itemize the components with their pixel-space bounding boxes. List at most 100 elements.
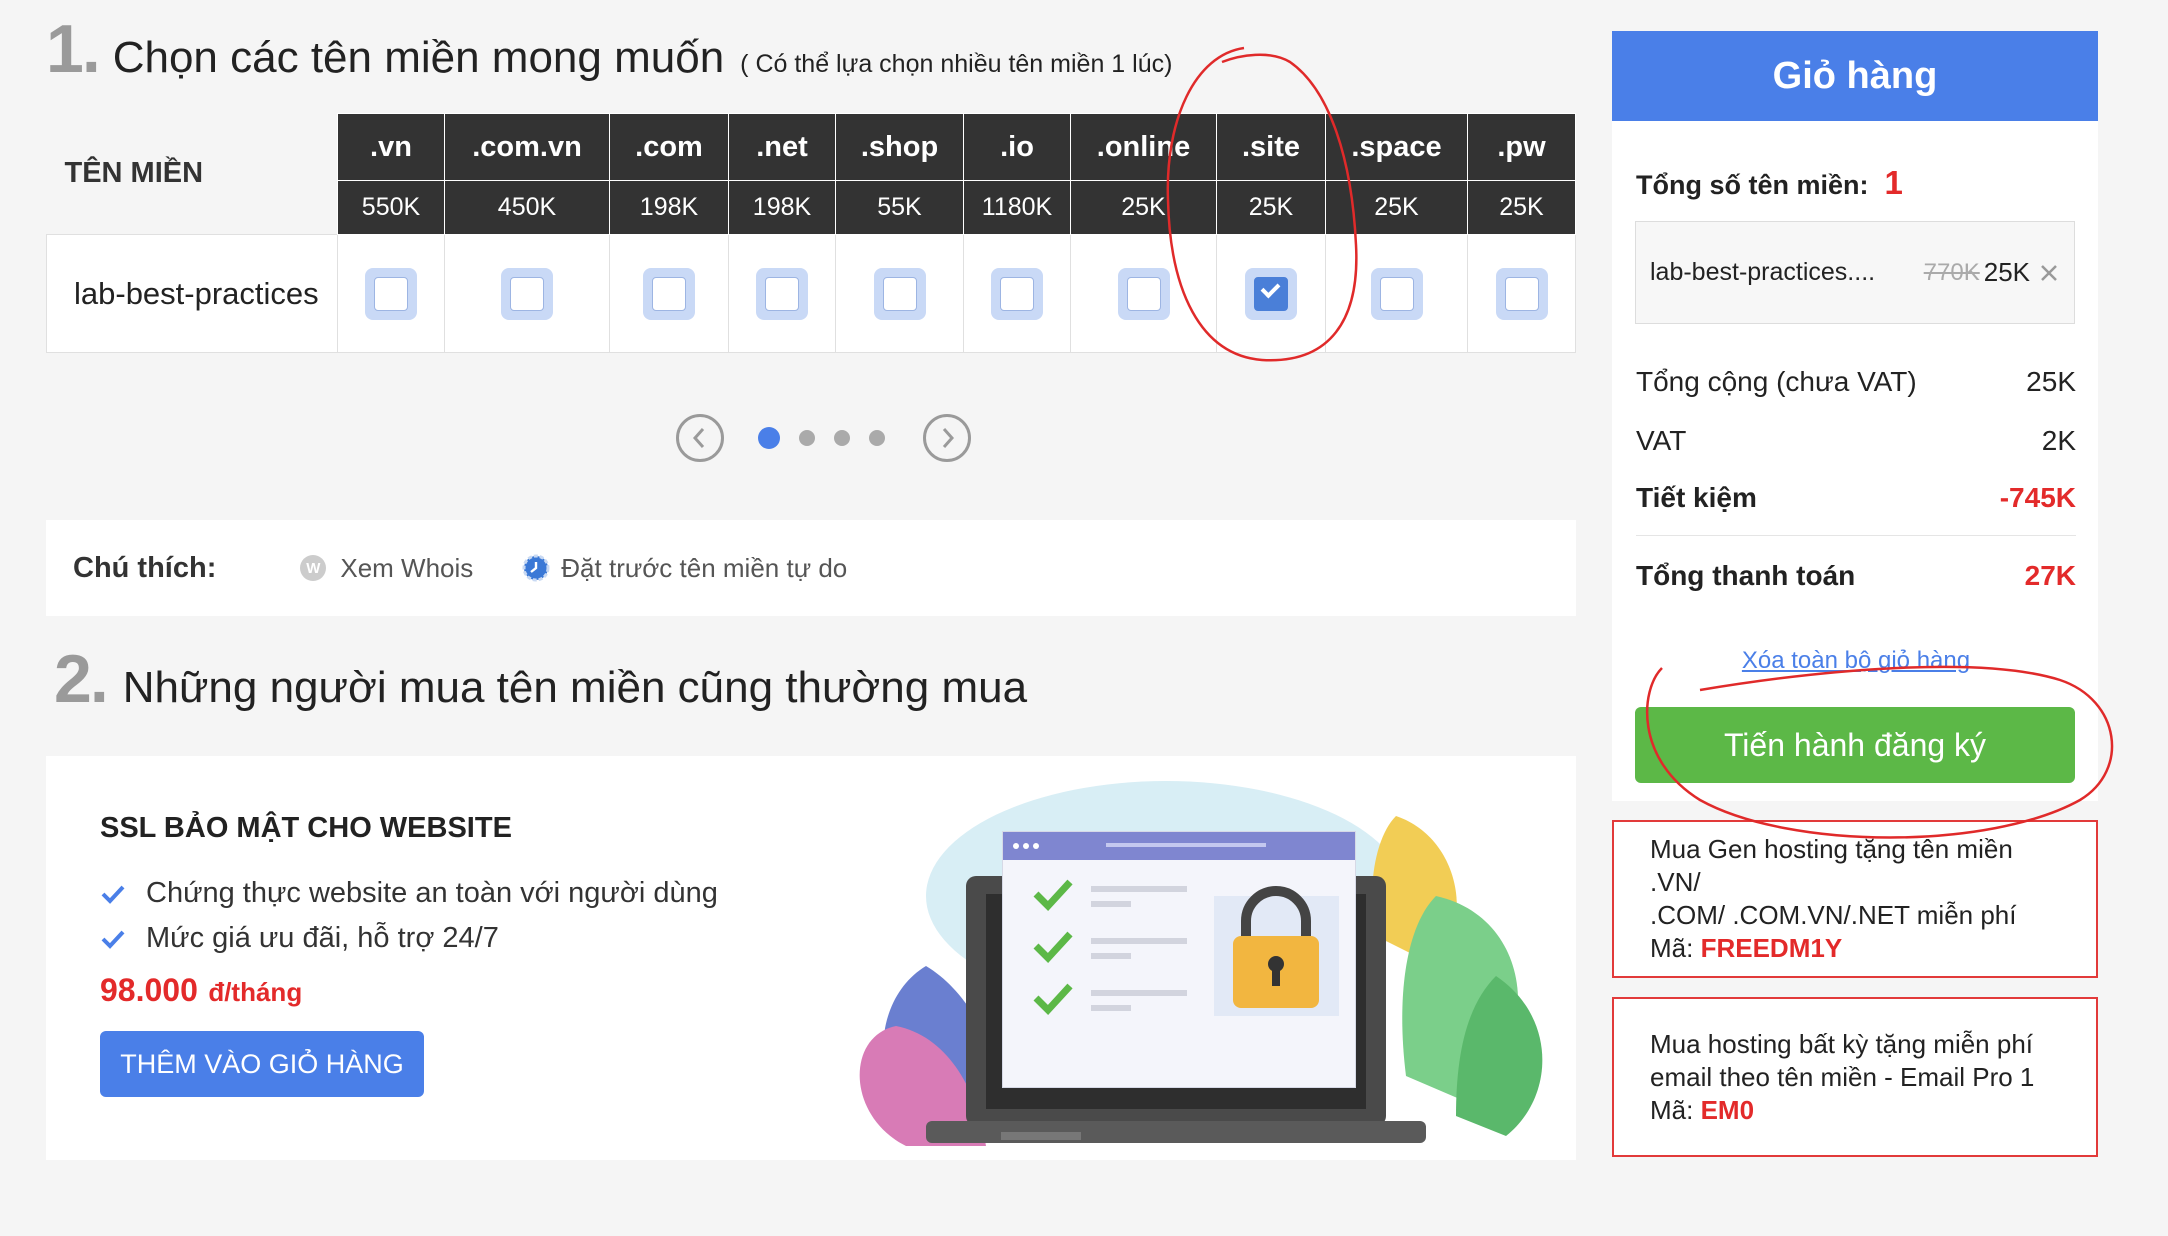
step2-number: 2. (54, 641, 109, 717)
pager-dot[interactable] (799, 430, 815, 446)
domain-checkbox[interactable] (991, 267, 1043, 320)
domain-table: TÊN MIỀN .vn .com.vn .com .net .shop .io… (46, 113, 1576, 353)
promo-card: Mua Gen hosting tặng tên miền .VN/ .COM/… (1612, 820, 2098, 978)
cart-item-old-price: 770K (1923, 258, 1980, 286)
legend-preorder-label: Đặt trước tên miền tự do (561, 552, 848, 583)
table-row: lab-best-practices (46, 234, 1576, 353)
vat-row: VAT 2K (1636, 425, 2076, 457)
saving-label: Tiết kiệm (1636, 482, 1757, 513)
price-cell: 198K (728, 180, 836, 235)
saving-row: Tiết kiệm -745K (1636, 482, 2076, 514)
legend-title: Chú thích: (73, 551, 217, 584)
chevron-right-icon (942, 428, 955, 448)
ext-header: .vn (337, 113, 445, 181)
add-to-cart-button[interactable]: THÊM VÀO GIỎ HÀNG (100, 1031, 424, 1097)
promo-code: EM0 (1700, 1094, 1755, 1125)
prev-arrow-button[interactable] (676, 414, 724, 462)
step1-number: 1. (46, 11, 101, 87)
upsell-features: Chứng thực website an toàn với người dùn… (100, 871, 718, 961)
price-cell: 450K (444, 180, 610, 235)
vat-label: VAT (1636, 425, 1687, 456)
promo-code-row: Mã: EM0 (1650, 1094, 2060, 1127)
promo-line: Mua Gen hosting tặng tên miền .VN/ (1650, 834, 2013, 897)
pager-dot[interactable] (758, 427, 780, 449)
divider (1636, 535, 2076, 536)
price-unit: đ/tháng (208, 977, 303, 1007)
promo-code: FREEDM1Y (1700, 933, 1843, 963)
promo-code-row: Mã: FREEDM1Y (1650, 932, 2060, 965)
ext-header: .online (1070, 113, 1217, 181)
checkout-button[interactable]: Tiến hành đăng ký (1635, 707, 2075, 783)
price-value: 98.000 (100, 972, 198, 1008)
promo-code-label: Mã: (1650, 1094, 1694, 1125)
cart-count: 1 (1884, 164, 1903, 201)
ssl-illustration-image (859, 781, 1543, 1146)
ext-header: .shop (835, 113, 964, 181)
price-cell: 198K (609, 180, 729, 235)
price-cell: 55K (835, 180, 964, 235)
feature-text: Chứng thực website an toàn với người dùn… (146, 877, 718, 909)
clear-cart-link[interactable]: Xóa toàn bộ giỏ hàng (1636, 647, 2076, 675)
price-cell: 25K (1070, 180, 1217, 235)
domain-checkbox[interactable] (1370, 267, 1423, 320)
price-cell: 25K (1216, 180, 1326, 235)
promo-line: email theo tên miền - Email Pro 1 (1650, 1061, 2035, 1092)
step2-heading: 2. Những người mua tên miền cũng thường … (54, 640, 1027, 718)
ext-header: .site (1216, 113, 1326, 181)
total-value: 27K (2024, 560, 2076, 591)
promo-line: Mua hosting bất kỳ tặng miễn phí (1650, 1028, 2034, 1059)
step2-title: Những người mua tên miền cũng thường mua (122, 663, 1028, 712)
chevron-left-icon (692, 428, 705, 448)
ext-header: .io (963, 113, 1071, 181)
check-icon (101, 885, 125, 904)
total-row: Tổng thanh toán 27K (1636, 560, 2076, 592)
legend-bar: Chú thích: W Xem Whois Đặt trước tên miề… (46, 520, 1576, 616)
domain-checkbox[interactable] (1245, 267, 1297, 320)
total-label: Tổng thanh toán (1636, 560, 1856, 591)
step1-heading: 1. Chọn các tên miền mong muốn ( Có thể … (46, 10, 1172, 88)
domain-checkbox[interactable] (365, 267, 417, 320)
ext-header: .com (609, 113, 729, 181)
subtotal-value: 25K (2026, 366, 2076, 397)
cart-item-price: 25K (1983, 257, 2030, 287)
cart-item-name: lab-best-practices.... (1650, 258, 1876, 286)
price-cell: 550K (337, 180, 445, 235)
carousel-pager (676, 414, 971, 462)
whois-icon: W (300, 555, 327, 581)
domain-checkbox[interactable] (643, 267, 695, 320)
vat-value: 2K (2041, 425, 2076, 456)
pager-dot[interactable] (834, 430, 850, 446)
step1-title: Chọn các tên miền mong muốn (112, 33, 725, 82)
promo-card: Mua hosting bất kỳ tặng miễn phí email t… (1612, 997, 2098, 1157)
pager-dots (758, 427, 885, 449)
ext-header: .space (1325, 113, 1468, 181)
ext-header: .net (728, 113, 836, 181)
upsell-price: 98.000 đ/tháng (100, 972, 302, 1009)
cart-item: lab-best-practices.... 770K 25K (1635, 221, 2075, 324)
cart-header: Giỏ hàng (1612, 31, 2098, 121)
domain-checkbox[interactable] (873, 267, 926, 320)
cart-count-row: Tổng số tên miền: 1 (1636, 164, 1903, 202)
price-cell: 1180K (963, 180, 1071, 235)
subtotal-row: Tổng cộng (chưa VAT) 25K (1636, 366, 2076, 398)
pager-dot[interactable] (869, 430, 885, 446)
domain-checkbox[interactable] (501, 267, 553, 320)
cart-count-label: Tổng số tên miền: (1636, 170, 1869, 200)
price-cell: 25K (1325, 180, 1468, 235)
close-icon[interactable] (2038, 262, 2060, 284)
feature-item: Mức giá ưu đãi, hỗ trợ 24/7 (100, 916, 718, 961)
domain-checkbox[interactable] (1117, 267, 1170, 320)
feature-item: Chứng thực website an toàn với người dùn… (100, 871, 718, 916)
domain-checkbox[interactable] (1495, 267, 1548, 320)
legend-preorder[interactable]: Đặt trước tên miền tự do (521, 553, 847, 584)
legend-whois[interactable]: W Xem Whois (300, 553, 473, 584)
ext-header: .pw (1467, 113, 1576, 181)
table-header-label: TÊN MIỀN (64, 157, 204, 190)
domain-name-cell: lab-best-practices (46, 234, 338, 353)
promo-code-label: Mã: (1650, 933, 1694, 963)
next-arrow-button[interactable] (923, 414, 971, 462)
domain-checkbox[interactable] (756, 267, 808, 320)
upsell-card: SSL BẢO MẬT CHO WEBSITE Chứng thực websi… (46, 756, 1576, 1160)
clock-icon (522, 554, 550, 582)
saving-value: -745K (1999, 482, 2076, 513)
